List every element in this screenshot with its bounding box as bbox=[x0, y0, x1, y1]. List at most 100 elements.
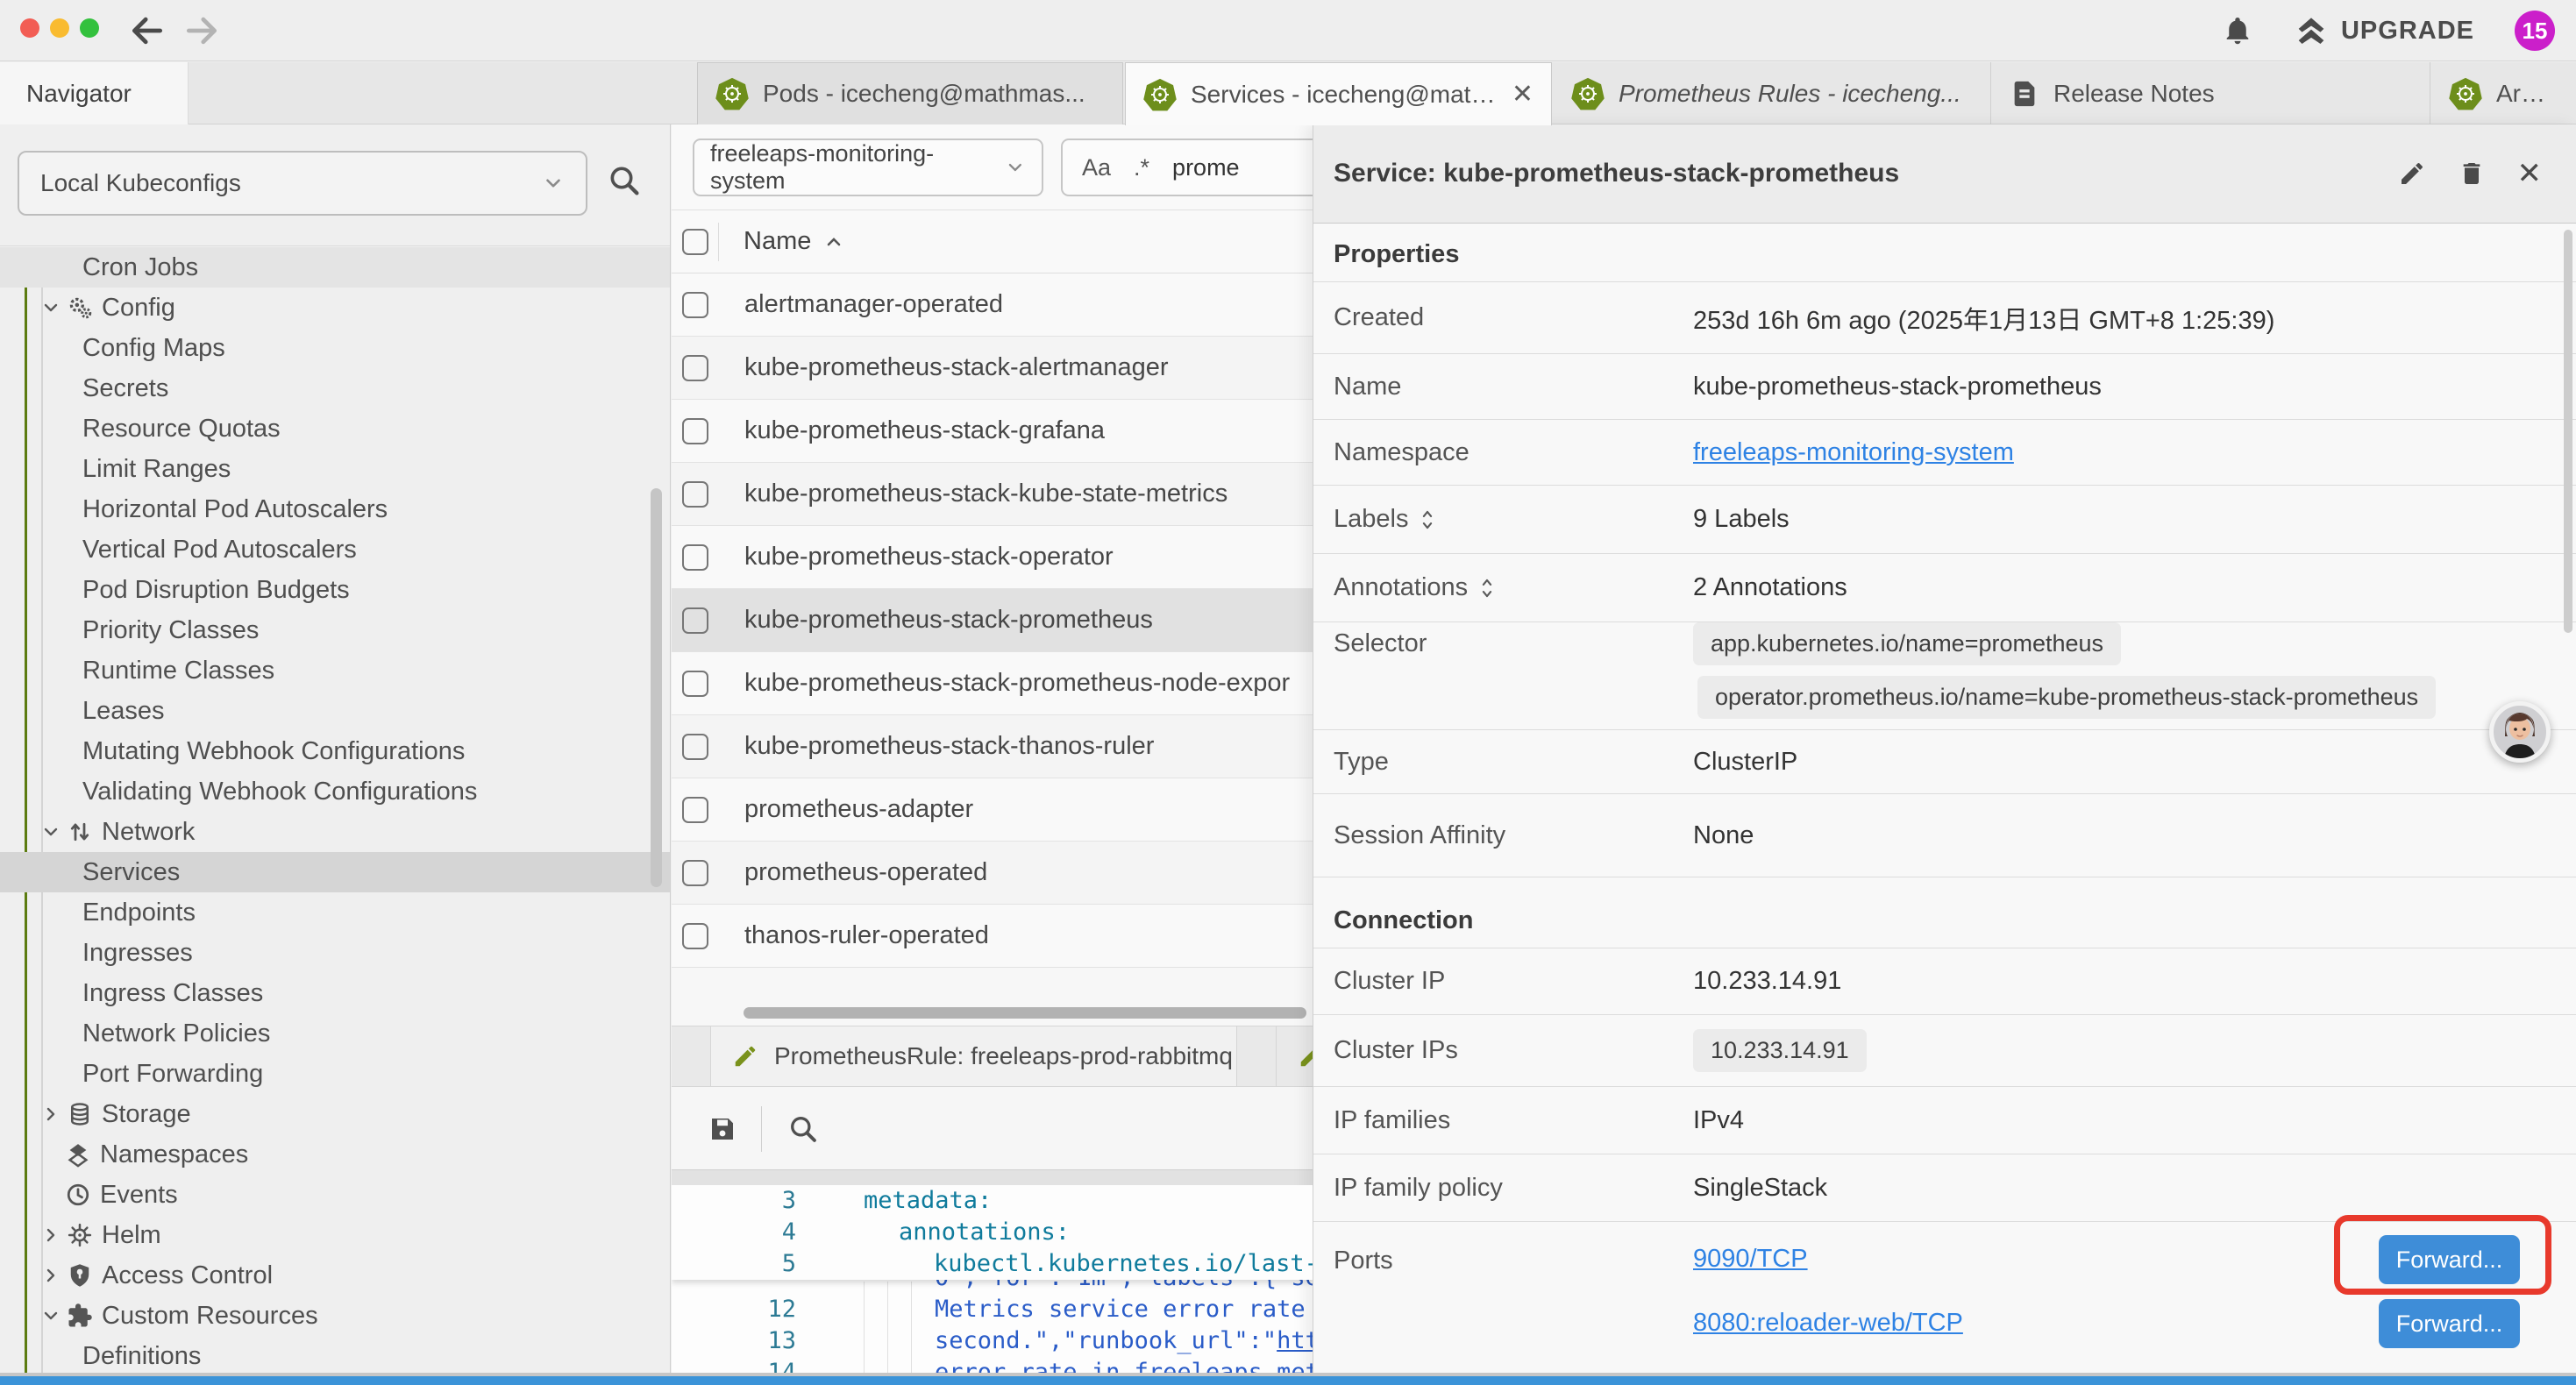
row-checkbox[interactable] bbox=[682, 355, 708, 381]
selector-chip[interactable]: operator.prometheus.io/name=kube-prometh… bbox=[1697, 676, 2436, 719]
sidebar-item-limit-ranges[interactable]: Limit Ranges bbox=[0, 449, 671, 489]
close-drawer-icon[interactable]: ✕ bbox=[2517, 156, 2543, 191]
row-checkbox[interactable] bbox=[682, 418, 708, 444]
row-checkbox[interactable] bbox=[682, 607, 708, 634]
row-checkbox[interactable] bbox=[682, 860, 708, 886]
runbook-url-link[interactable]: https://net bbox=[1277, 1325, 1313, 1357]
back-icon[interactable] bbox=[128, 11, 167, 50]
tab-prometheus-rules[interactable]: Prometheus Rules - icecheng... bbox=[1554, 62, 1991, 124]
select-all-checkbox[interactable] bbox=[682, 229, 708, 255]
edit-pencil-icon[interactable] bbox=[2398, 160, 2426, 188]
row-checkbox[interactable] bbox=[682, 292, 708, 318]
sidebar-item-pod-disruption-budgets[interactable]: Pod Disruption Budgets bbox=[0, 570, 671, 610]
row-checkbox[interactable] bbox=[682, 797, 708, 823]
port-link-9090[interactable]: 9090/TCP bbox=[1693, 1245, 1808, 1274]
navigator-panel-tab[interactable]: Navigator bbox=[0, 62, 189, 124]
sidebar-item-validating-webhook-configurations[interactable]: Validating Webhook Configurations bbox=[0, 771, 671, 812]
sidebar-item-leases[interactable]: Leases bbox=[0, 691, 671, 731]
service-row[interactable]: kube-prometheus-stack-thanos-ruler bbox=[672, 715, 1313, 778]
drawer-scrollbar[interactable] bbox=[2564, 230, 2572, 633]
service-row[interactable]: prometheus-operated bbox=[672, 842, 1313, 905]
namespace-filter-select[interactable]: freeleaps-monitoring-system bbox=[693, 138, 1043, 196]
forward-port-button[interactable]: Forward... bbox=[2379, 1235, 2520, 1284]
service-row[interactable]: alertmanager-operated bbox=[672, 273, 1313, 337]
horizontal-scrollbar[interactable] bbox=[744, 1007, 1306, 1019]
close-window-button[interactable] bbox=[20, 18, 39, 38]
sidebar-item-namespaces[interactable]: Namespaces bbox=[0, 1134, 671, 1175]
resource-search-input[interactable]: Aa .* prome bbox=[1061, 138, 1313, 196]
service-row[interactable]: kube-prometheus-stack-alertmanager bbox=[672, 337, 1313, 400]
search-icon[interactable] bbox=[607, 163, 642, 198]
regex-icon[interactable]: .* bbox=[1134, 154, 1149, 181]
sidebar-item-resource-quotas[interactable]: Resource Quotas bbox=[0, 408, 671, 449]
row-checkbox[interactable] bbox=[682, 671, 708, 697]
properties-heading: Properties bbox=[1313, 224, 2576, 282]
sidebar-item-horizontal-pod-autoscalers[interactable]: Horizontal Pod Autoscalers bbox=[0, 489, 671, 529]
sidebar-item-storage[interactable]: Storage bbox=[0, 1094, 671, 1134]
expand-collapse-icon[interactable] bbox=[1478, 576, 1496, 600]
tab-services[interactable]: Services - icecheng@math... ✕ bbox=[1125, 62, 1552, 125]
sidebar-item-priority-classes[interactable]: Priority Classes bbox=[0, 610, 671, 650]
notifications-bell-icon[interactable] bbox=[2222, 15, 2253, 46]
service-row[interactable]: prometheus-adapter bbox=[672, 778, 1313, 842]
sidebar-item-ingresses[interactable]: Ingresses bbox=[0, 933, 671, 973]
minimize-window-button[interactable] bbox=[50, 18, 69, 38]
editor-tab-partial[interactable] bbox=[1276, 1026, 1313, 1086]
row-checkbox[interactable] bbox=[682, 923, 708, 949]
sidebar-item-network[interactable]: Network bbox=[0, 812, 671, 852]
connection-heading: Connection bbox=[1313, 877, 2576, 948]
cluster-ip-chip[interactable]: 10.233.14.91 bbox=[1693, 1029, 1867, 1072]
sidebar-item-config[interactable]: Config bbox=[0, 288, 671, 328]
sidebar-item-port-forwarding[interactable]: Port Forwarding bbox=[0, 1054, 671, 1094]
sidebar-item-network-policies[interactable]: Network Policies bbox=[0, 1013, 671, 1054]
sidebar-item-mutating-webhook-configurations[interactable]: Mutating Webhook Configurations bbox=[0, 731, 671, 771]
sidebar-scrollbar[interactable] bbox=[651, 488, 662, 887]
sidebar-item-events[interactable]: Events bbox=[0, 1175, 671, 1215]
row-checkbox[interactable] bbox=[682, 481, 708, 508]
forward-port-button[interactable]: Forward... bbox=[2379, 1299, 2520, 1348]
close-tab-icon[interactable]: ✕ bbox=[1512, 79, 1534, 110]
namespace-link[interactable]: freeleaps-monitoring-system bbox=[1693, 438, 2014, 467]
kubeconfig-select[interactable]: Local Kubeconfigs bbox=[18, 151, 587, 216]
notification-count-badge[interactable]: 15 bbox=[2515, 11, 2555, 51]
row-checkbox[interactable] bbox=[682, 734, 708, 760]
sort-ascending-icon[interactable] bbox=[823, 231, 844, 252]
editor-tab-prometheusrule[interactable]: PrometheusRule: freeleaps-prod-rabbitmq bbox=[710, 1026, 1237, 1086]
service-row-selected[interactable]: kube-prometheus-stack-prometheus bbox=[672, 589, 1313, 652]
avatar[interactable] bbox=[2489, 701, 2551, 763]
yaml-editor[interactable]: 3metadata: 4annotations: 5kubectl.kubern… bbox=[672, 1185, 1313, 1376]
sidebar-item-custom-resources[interactable]: Custom Resources bbox=[0, 1296, 671, 1336]
match-case-icon[interactable]: Aa bbox=[1082, 154, 1111, 181]
service-row[interactable]: kube-prometheus-stack-kube-state-metrics bbox=[672, 463, 1313, 526]
expand-collapse-icon[interactable] bbox=[1419, 508, 1436, 532]
forward-icon[interactable] bbox=[182, 11, 221, 50]
tab-release-notes[interactable]: Release Notes bbox=[1992, 62, 2430, 124]
sidebar-item-definitions[interactable]: Definitions bbox=[0, 1336, 671, 1376]
service-row[interactable]: kube-prometheus-stack-prometheus-node-ex… bbox=[672, 652, 1313, 715]
sidebar-item-ingress-classes[interactable]: Ingress Classes bbox=[0, 973, 671, 1013]
sidebar-item-access-control[interactable]: Access Control bbox=[0, 1255, 671, 1296]
tab-argo[interactable]: Argo Se bbox=[2431, 62, 2576, 124]
row-checkbox[interactable] bbox=[682, 544, 708, 571]
sidebar-item-runtime-classes[interactable]: Runtime Classes bbox=[0, 650, 671, 691]
name-column-header[interactable]: Name bbox=[744, 227, 811, 256]
sidebar-item-config-maps[interactable]: Config Maps bbox=[0, 328, 671, 368]
delete-trash-icon[interactable] bbox=[2458, 160, 2486, 188]
tab-pods[interactable]: Pods - icecheng@mathmas... bbox=[697, 62, 1123, 124]
service-row[interactable]: kube-prometheus-stack-operator bbox=[672, 526, 1313, 589]
sidebar-item-helm[interactable]: Helm bbox=[0, 1215, 671, 1255]
connection-row-cluster-ip: Cluster IP 10.233.14.91 bbox=[1313, 948, 2576, 1015]
upgrade-button[interactable]: UPGRADE bbox=[2294, 13, 2474, 48]
service-row[interactable]: thanos-ruler-operated bbox=[672, 905, 1313, 968]
sidebar-item-services[interactable]: Services bbox=[0, 852, 671, 892]
selector-chip[interactable]: app.kubernetes.io/name=prometheus bbox=[1693, 622, 2121, 665]
sidebar-item-cron-jobs[interactable]: Cron Jobs bbox=[0, 247, 671, 288]
sidebar-item-secrets[interactable]: Secrets bbox=[0, 368, 671, 408]
maximize-window-button[interactable] bbox=[80, 18, 99, 38]
editor-search-icon[interactable] bbox=[787, 1113, 819, 1145]
service-row[interactable]: kube-prometheus-stack-grafana bbox=[672, 400, 1313, 463]
sidebar-item-endpoints[interactable]: Endpoints bbox=[0, 892, 671, 933]
port-link-8080[interactable]: 8080:reloader-web/TCP bbox=[1693, 1309, 1963, 1338]
sidebar-item-vertical-pod-autoscalers[interactable]: Vertical Pod Autoscalers bbox=[0, 529, 671, 570]
save-icon[interactable] bbox=[707, 1113, 738, 1145]
